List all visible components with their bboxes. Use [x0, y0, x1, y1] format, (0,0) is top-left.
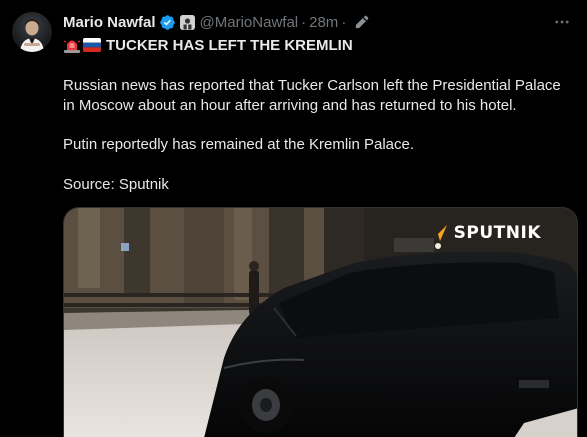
verified-badge-icon: [159, 14, 176, 31]
watermark-text: SPUTNIK: [453, 223, 541, 243]
russia-flag-icon: [83, 38, 101, 52]
tweet-source: Source: Sputnik: [63, 176, 169, 193]
separator: ·: [341, 13, 347, 31]
tweet-header: Mario Nawfal @MarioNawfal · 28m ·: [63, 12, 369, 32]
avatar-image: [20, 19, 44, 52]
affiliate-badge-icon[interactable]: [179, 14, 195, 30]
edit-pencil-icon[interactable]: [354, 15, 369, 30]
separator: ·: [301, 13, 307, 31]
tweet-paragraph: Putin reportedly has remained at the Kre…: [63, 136, 415, 153]
author-handle[interactable]: @MarioNawfal: [200, 14, 299, 31]
tweet-card[interactable]: Mario Nawfal @MarioNawfal · 28m · TUCKER…: [0, 0, 587, 437]
siren-emoji-icon: [63, 36, 81, 54]
more-options-icon[interactable]: [551, 11, 573, 33]
avatar[interactable]: [12, 12, 52, 52]
tweet-paragraph: Russian news has reported that Tucker Ca…: [63, 77, 561, 114]
tweet-headline: TUCKER HAS LEFT THE KREMLIN: [63, 36, 353, 54]
tweet-video[interactable]: SPUTNIK: [63, 207, 578, 437]
sputnik-watermark: SPUTNIK: [428, 222, 541, 244]
author-name[interactable]: Mario Nawfal: [63, 14, 156, 31]
timestamp[interactable]: 28m: [309, 14, 338, 31]
headline-text: TUCKER HAS LEFT THE KREMLIN: [106, 36, 353, 54]
sputnik-logo-icon: [430, 225, 447, 241]
